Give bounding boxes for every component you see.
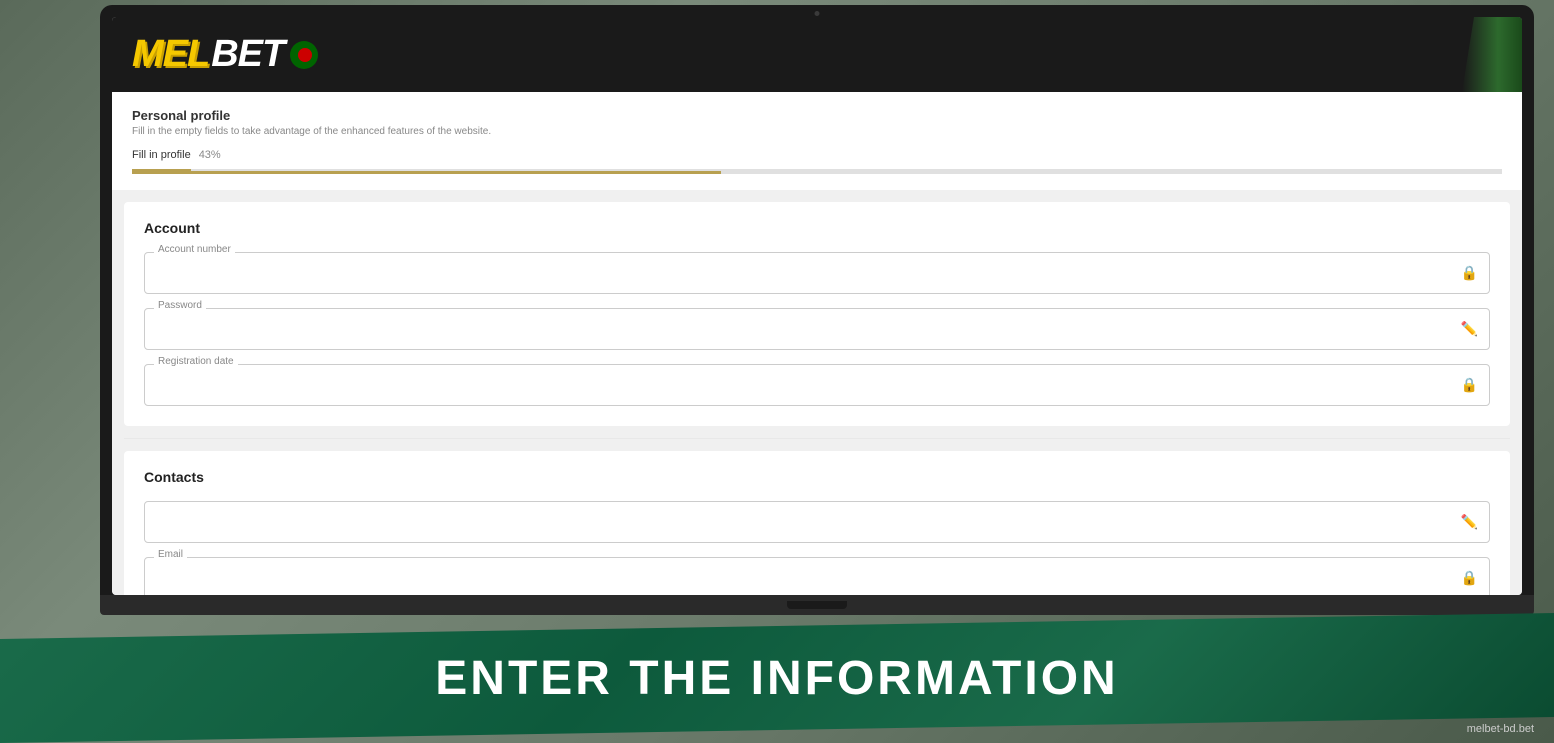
tabs-row: Fill in profile 43% [132,149,1502,171]
account-number-label: Account number [154,244,235,255]
banner-text: ENTER THE INFORMATION [435,651,1118,706]
email-input[interactable] [144,557,1490,595]
account-number-input[interactable] [144,252,1490,294]
password-input[interactable] [144,308,1490,350]
tab-percent: 43% [199,149,221,169]
camera-dot [815,11,820,16]
profile-subtitle: Fill in the empty fields to take advanta… [132,126,1502,137]
email-field: Email 🔒 [144,557,1490,595]
registration-date-input[interactable] [144,364,1490,406]
profile-panel-header: Personal profile Fill in the empty field… [112,92,1522,190]
account-section-title: Account [144,220,1490,236]
section-divider [124,438,1510,439]
registration-date-field: Registration date 🔒 [144,364,1490,406]
contacts-section: Contacts ✏️ Email 🔒 ℹ [124,451,1510,595]
account-number-field: Account number 🔒 [144,252,1490,294]
logo-flag [290,41,318,69]
screen-content: Personal profile Fill in the empty field… [112,92,1522,595]
topbar: MEL BET [112,17,1522,92]
contact-input[interactable] [144,501,1490,543]
account-section: Account Account number 🔒 Password ✏️ [124,202,1510,426]
email-label: Email [154,549,187,560]
progress-bar-fill [132,171,721,174]
logo-brush-decoration [1462,17,1522,92]
website-url: melbet-bd.bet [1467,723,1534,735]
password-label: Password [154,300,206,311]
lock-icon-registration: 🔒 [1461,377,1478,394]
logo-bet: BET [211,33,284,76]
password-field: Password ✏️ [144,308,1490,350]
laptop-notch [787,601,847,609]
progress-bar [132,171,1502,174]
registration-date-label: Registration date [154,356,238,367]
lock-icon-email: 🔒 [1461,570,1478,587]
profile-title: Personal profile [132,108,1502,123]
logo-mel: MEL [132,33,209,76]
logo: MEL BET [132,33,318,76]
laptop-screen-frame: MEL BET Personal profile Fill in the emp… [100,5,1534,595]
tab-fill-profile[interactable]: Fill in profile [132,149,191,171]
edit-icon-password: ✏️ [1461,321,1478,338]
contact-field: ✏️ [144,501,1490,543]
laptop-screen: MEL BET Personal profile Fill in the emp… [112,17,1522,595]
contacts-section-title: Contacts [144,469,1490,485]
lock-icon-account: 🔒 [1461,265,1478,282]
edit-icon-contact: ✏️ [1461,514,1478,531]
laptop-base [100,595,1534,615]
